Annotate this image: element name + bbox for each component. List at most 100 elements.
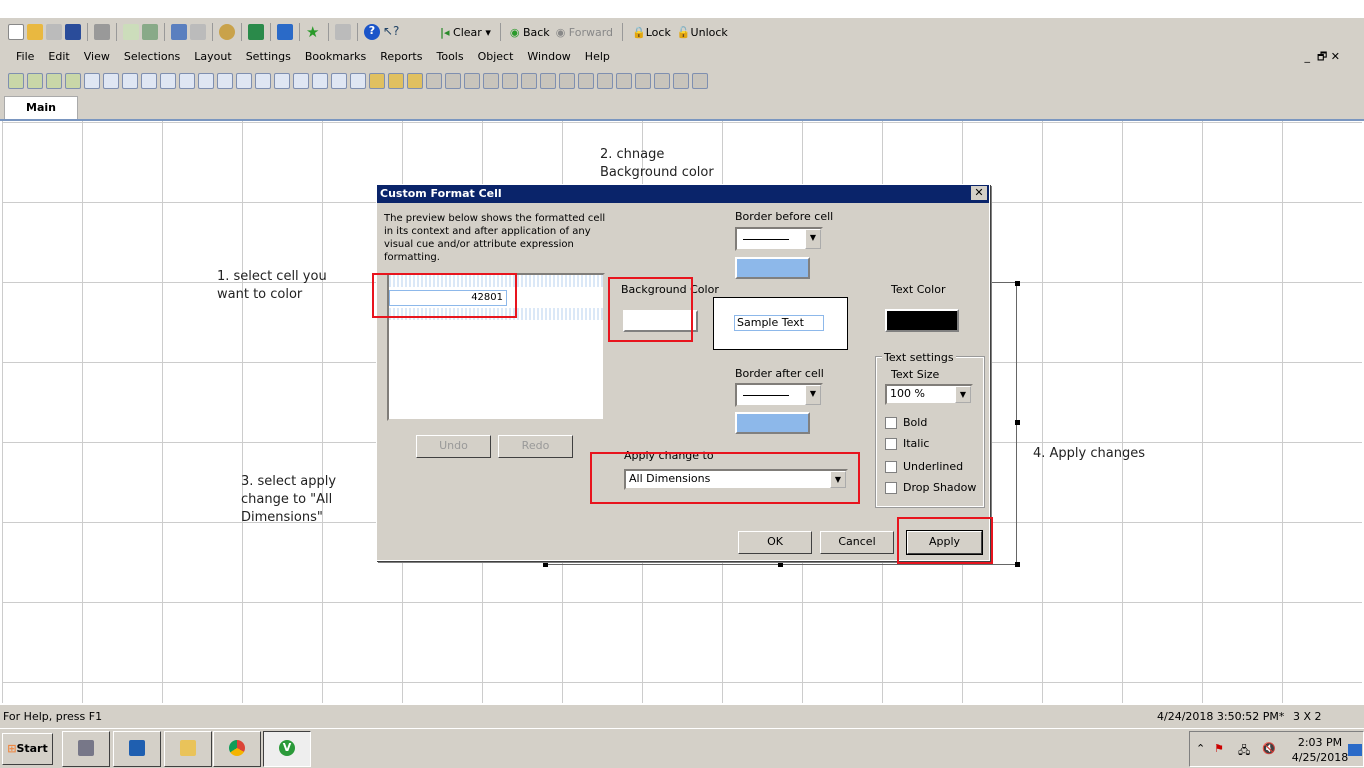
multi-box-icon[interactable] (141, 73, 157, 89)
table-box-icon[interactable] (122, 73, 138, 89)
new-icon[interactable] (8, 24, 24, 40)
lock-button[interactable]: 🔒Lock (632, 26, 671, 39)
unlock-button[interactable]: 🔓Unlock (677, 26, 728, 39)
menu-help[interactable]: Help (585, 50, 610, 63)
slider-icon[interactable] (274, 73, 290, 89)
align-center-icon[interactable] (445, 73, 461, 89)
menu-edit[interactable]: Edit (48, 50, 69, 63)
redo-button[interactable]: Redo (498, 435, 573, 458)
open-icon[interactable] (27, 24, 43, 40)
text-object-icon[interactable] (236, 73, 252, 89)
border-before-select[interactable]: ▼ (735, 227, 823, 251)
save-icon[interactable] (65, 24, 81, 40)
network-icon[interactable]: 🖧 (1238, 742, 1250, 761)
search-object-icon[interactable] (312, 73, 328, 89)
menu-window[interactable]: Window (527, 50, 570, 63)
align-right-icon[interactable] (464, 73, 480, 89)
space-vertical-icon[interactable] (559, 73, 575, 89)
chart-wizard-icon[interactable] (369, 73, 385, 89)
menu-bookmarks[interactable]: Bookmarks (305, 50, 366, 63)
new-object-icon[interactable] (616, 73, 632, 89)
same-height-icon[interactable] (597, 73, 613, 89)
redo-icon[interactable] (190, 24, 206, 40)
prev-sheet-icon[interactable] (27, 73, 43, 89)
drop-shadow-checkbox[interactable]: Drop Shadow (885, 481, 976, 494)
chart-icon[interactable] (160, 73, 176, 89)
chart-wizard-icon[interactable] (277, 24, 293, 40)
align-top-icon[interactable] (521, 73, 537, 89)
border-after-color[interactable] (735, 412, 810, 434)
align-left-icon[interactable] (426, 73, 442, 89)
close-icon[interactable]: ✕ (971, 186, 987, 200)
edit-icon[interactable] (335, 24, 351, 40)
border-before-color[interactable] (735, 257, 810, 279)
taskbar-server-manager[interactable] (62, 731, 110, 767)
chevron-down-icon[interactable]: ▼ (805, 229, 821, 249)
show-desktop-icon[interactable] (1348, 744, 1362, 756)
menu-selections[interactable]: Selections (124, 50, 180, 63)
space-horizontal-icon[interactable] (540, 73, 556, 89)
bold-checkbox[interactable]: Bold (885, 416, 927, 429)
same-width-icon[interactable] (578, 73, 594, 89)
whats-this-icon[interactable]: ↖? (383, 24, 399, 40)
check-icon[interactable] (248, 24, 264, 40)
undo-button[interactable]: Undo (416, 435, 491, 458)
text-size-select[interactable]: 100 % ▼ (885, 384, 973, 405)
menu-tools[interactable]: Tools (436, 50, 463, 63)
reload-view-icon[interactable] (692, 73, 708, 89)
taskbar-chrome[interactable] (213, 731, 261, 767)
undo-icon[interactable] (171, 24, 187, 40)
reload-icon[interactable] (46, 24, 62, 40)
menu-view[interactable]: View (84, 50, 110, 63)
volume-muted-icon[interactable]: 🔇 (1262, 742, 1276, 755)
design-grid-icon[interactable] (407, 73, 423, 89)
bookmark-icon[interactable] (293, 73, 309, 89)
window-controls[interactable]: _ 🗗 ✕ (1304, 48, 1340, 67)
print-icon[interactable] (94, 24, 110, 40)
sheet-properties-icon[interactable] (65, 73, 81, 89)
format-painter-icon[interactable] (388, 73, 404, 89)
edit-module-icon[interactable] (673, 73, 689, 89)
align-middle-icon[interactable] (502, 73, 518, 89)
statistics-box-icon[interactable] (103, 73, 119, 89)
underlined-checkbox[interactable]: Underlined (885, 460, 963, 473)
clear-button[interactable]: |◂ Clear ▾ (440, 26, 491, 39)
help-icon[interactable]: ? (364, 24, 380, 40)
favorite-star-icon[interactable]: ★ (306, 24, 322, 40)
edit-script-icon[interactable] (123, 24, 139, 40)
menu-settings[interactable]: Settings (246, 50, 291, 63)
search-icon[interactable] (219, 24, 235, 40)
sheet-object-icon[interactable] (635, 73, 651, 89)
next-sheet-icon[interactable] (46, 73, 62, 89)
taskbar-explorer[interactable] (164, 731, 212, 767)
clock[interactable]: 2:03 PM 4/25/2018 (1290, 735, 1350, 765)
action-center-icon[interactable]: ⚑ (1214, 742, 1224, 755)
menu-object[interactable]: Object (478, 50, 514, 63)
forward-button[interactable]: ◉ Forward (556, 26, 613, 39)
text-color-swatch[interactable] (885, 309, 959, 332)
back-button[interactable]: ◉ Back (510, 26, 550, 39)
current-selections-icon[interactable] (198, 73, 214, 89)
line-arrow-icon[interactable] (255, 73, 271, 89)
button-icon[interactable] (217, 73, 233, 89)
chevron-down-icon[interactable]: ▼ (955, 386, 971, 403)
taskbar-qlikview[interactable]: V (263, 731, 311, 767)
menu-file[interactable]: File (16, 50, 34, 63)
tab-main[interactable]: Main (4, 96, 78, 120)
input-box-icon[interactable] (179, 73, 195, 89)
menu-reports[interactable]: Reports (380, 50, 422, 63)
ok-button[interactable]: OK (738, 531, 812, 554)
align-bottom-icon[interactable] (483, 73, 499, 89)
taskbar-powershell[interactable] (113, 731, 161, 767)
italic-checkbox[interactable]: Italic (885, 437, 929, 450)
reload-data-icon[interactable] (142, 24, 158, 40)
chevron-down-icon[interactable]: ▼ (805, 385, 821, 405)
listbox-icon[interactable] (84, 73, 100, 89)
custom-object-icon[interactable] (350, 73, 366, 89)
cancel-button[interactable]: Cancel (820, 531, 894, 554)
container-icon[interactable] (331, 73, 347, 89)
new-sheet-icon[interactable] (8, 73, 24, 89)
start-button[interactable]: ⊞Start (2, 733, 53, 765)
show-hidden-icons[interactable]: ⌃ (1196, 742, 1205, 755)
border-after-select[interactable]: ▼ (735, 383, 823, 407)
